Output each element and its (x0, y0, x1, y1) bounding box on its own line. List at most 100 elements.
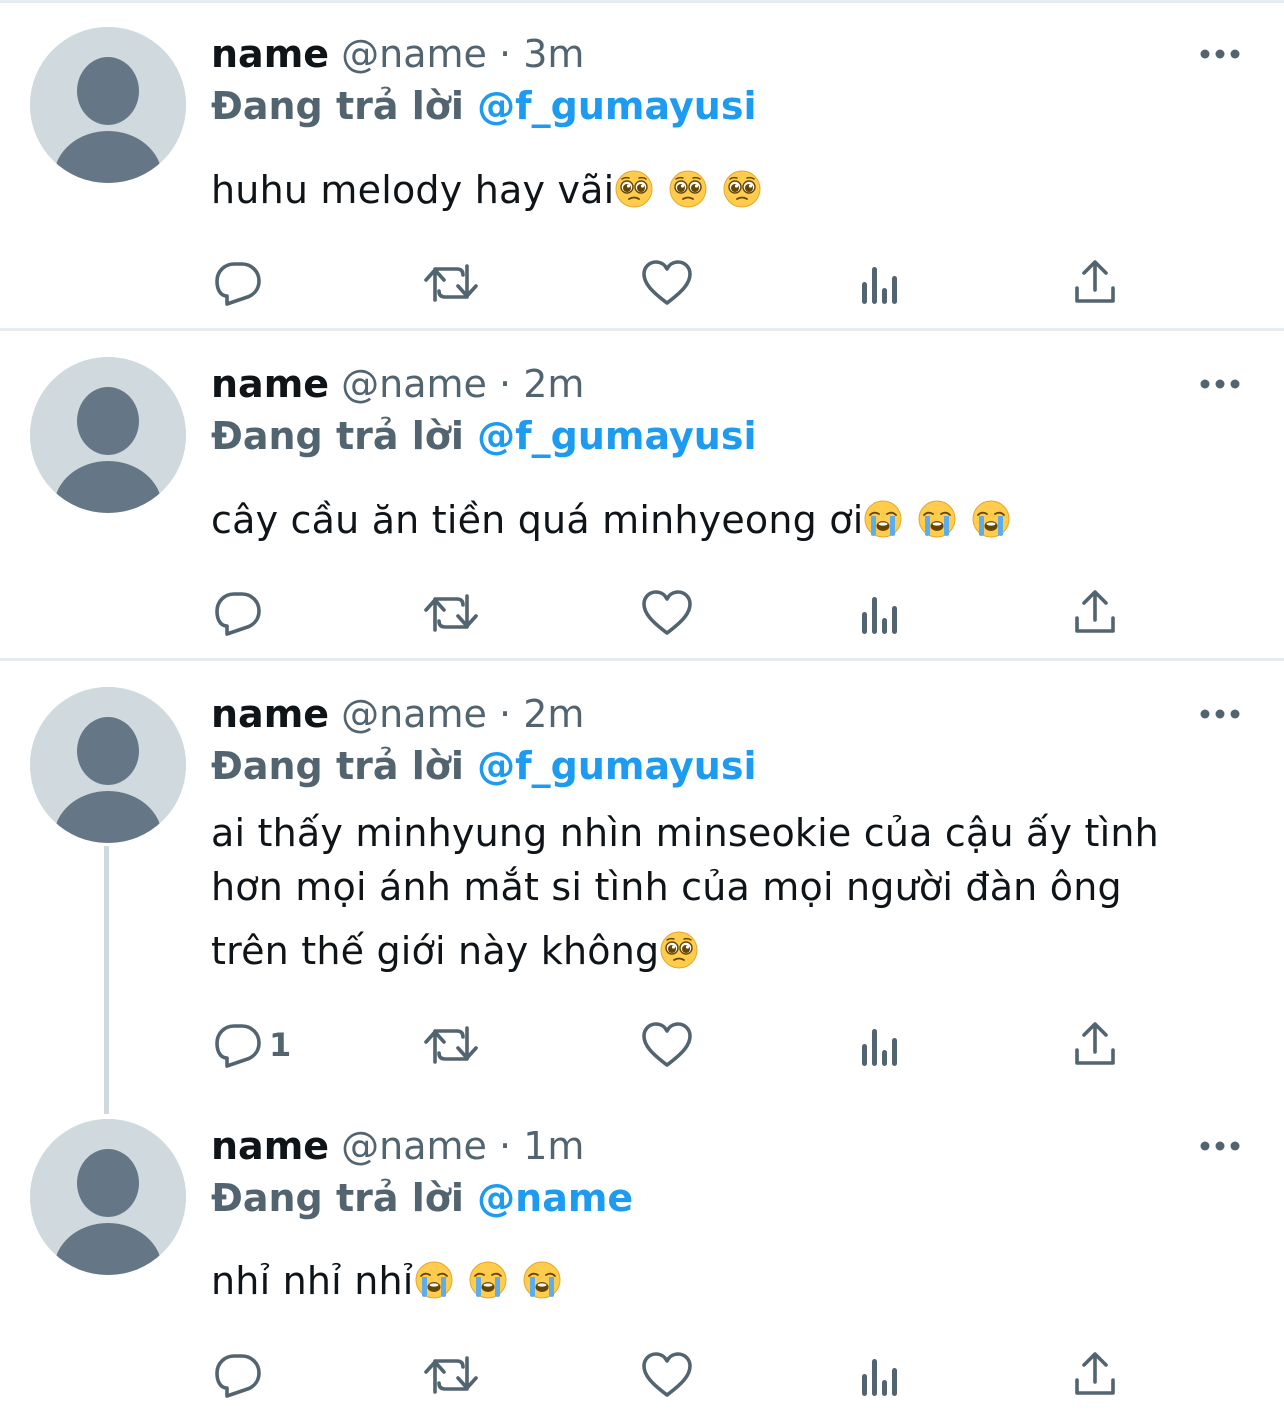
analytics-icon (859, 258, 903, 308)
share-button[interactable] (1073, 1020, 1117, 1070)
more-options-button[interactable] (1198, 1136, 1242, 1156)
tweet-text: ai thấy minhyung nhìn minseokie của cậu … (211, 806, 1251, 978)
replying-prefix: Đang trả lời (211, 84, 464, 128)
analytics-button[interactable] (859, 588, 903, 638)
retweet-icon (423, 258, 479, 308)
like-button[interactable] (641, 258, 693, 308)
loudly-crying-face-emoji (522, 1260, 562, 1300)
reply-button[interactable] (213, 1350, 263, 1400)
loudly-crying-face-emoji (917, 499, 957, 539)
pleading-face-emoji (668, 169, 708, 209)
tweet-text: nhỉ nhỉ nhỉ (211, 1253, 1251, 1309)
timestamp[interactable]: 1m (523, 1124, 584, 1168)
replying-to: Đang trả lời @f_gumayusi (211, 744, 756, 788)
user-handle[interactable]: @name (341, 1124, 487, 1168)
tweet-text-last-line: trên thế giới này không (211, 924, 1251, 978)
retweet-icon (423, 1350, 479, 1400)
replying-to-mention[interactable]: @name (477, 1176, 633, 1220)
pleading-face-emoji (614, 169, 654, 209)
display-name[interactable]: name (211, 362, 329, 406)
like-icon (641, 1350, 693, 1400)
reply-icon (213, 1350, 263, 1400)
display-name[interactable]: name (211, 692, 329, 736)
analytics-button[interactable] (859, 1020, 903, 1070)
analytics-icon (859, 1020, 903, 1070)
tweet-actions (211, 1350, 1131, 1400)
default-avatar-icon (30, 357, 186, 513)
display-name[interactable]: name (211, 1124, 329, 1168)
tweet-text-line: trên thế giới này không (211, 929, 660, 973)
retweet-button[interactable] (423, 588, 479, 638)
tweet-header: name @name · 3m (211, 32, 584, 76)
retweet-icon (423, 588, 479, 638)
display-name[interactable]: name (211, 32, 329, 76)
timestamp[interactable]: 3m (523, 32, 584, 76)
like-button[interactable] (641, 1020, 693, 1070)
retweet-button[interactable] (423, 258, 479, 308)
more-options-button[interactable] (1198, 704, 1242, 724)
loudly-crying-face-emoji (971, 499, 1011, 539)
share-icon (1073, 1020, 1117, 1070)
tweet-text-line: ai thấy minhyung nhìn minseokie của cậu … (211, 811, 1159, 855)
replying-to: Đang trả lời @name (211, 1176, 633, 1220)
tweet-header: name @name · 2m (211, 692, 584, 736)
loudly-crying-face-emoji (468, 1260, 508, 1300)
replying-prefix: Đang trả lời (211, 414, 464, 458)
tweet-text: cây cầu ăn tiền quá minhyeong ơi (211, 492, 1251, 548)
reply-button[interactable]: 1 (213, 1020, 291, 1070)
replying-to: Đang trả lời @f_gumayusi (211, 84, 756, 128)
reply-icon (213, 588, 263, 638)
analytics-button[interactable] (859, 1350, 903, 1400)
user-handle[interactable]: @name (341, 362, 487, 406)
user-handle[interactable]: @name (341, 692, 487, 736)
tweet-text: huhu melody hay vãi (211, 162, 1251, 218)
loudly-crying-face-emoji (863, 499, 903, 539)
replying-prefix: Đang trả lời (211, 1176, 464, 1220)
tweet-divider (0, 658, 1284, 661)
replying-to-mention[interactable]: @f_gumayusi (477, 744, 756, 788)
separator-dot: · (499, 1124, 512, 1168)
tweet-text-content: huhu melody hay vãi (211, 168, 615, 212)
tweet-text-content: nhỉ nhỉ nhỉ (211, 1259, 414, 1303)
reply-button[interactable] (213, 258, 263, 308)
replying-to-mention[interactable]: @f_gumayusi (477, 414, 756, 458)
avatar[interactable] (30, 27, 186, 183)
default-avatar-icon (30, 27, 186, 183)
default-avatar-icon (30, 687, 186, 843)
share-button[interactable] (1073, 1350, 1117, 1400)
tweet-text-line: hơn mọi ánh mắt si tình của mọi người đà… (211, 865, 1122, 909)
separator-dot: · (499, 362, 512, 406)
reply-icon (213, 1020, 263, 1070)
like-icon (641, 1020, 693, 1070)
tweet-header: name @name · 2m (211, 362, 584, 406)
more-icon (1198, 704, 1242, 724)
timestamp[interactable]: 2m (523, 692, 584, 736)
reply-button[interactable] (213, 588, 263, 638)
tweet-actions (211, 258, 1131, 308)
user-handle[interactable]: @name (341, 32, 487, 76)
replying-to-mention[interactable]: @f_gumayusi (477, 84, 756, 128)
separator-dot: · (499, 32, 512, 76)
like-button[interactable] (641, 588, 693, 638)
retweet-icon (423, 1020, 479, 1070)
retweet-button[interactable] (423, 1350, 479, 1400)
more-options-button[interactable] (1198, 44, 1242, 64)
avatar[interactable] (30, 687, 186, 843)
more-options-button[interactable] (1198, 374, 1242, 394)
separator-dot: · (499, 692, 512, 736)
timestamp[interactable]: 2m (523, 362, 584, 406)
share-icon (1073, 588, 1117, 638)
replying-to: Đang trả lời @f_gumayusi (211, 414, 756, 458)
analytics-button[interactable] (859, 258, 903, 308)
tweet-actions: 1 (211, 1020, 1131, 1070)
like-button[interactable] (641, 1350, 693, 1400)
share-button[interactable] (1073, 258, 1117, 308)
tweet-header: name @name · 1m (211, 1124, 584, 1168)
loudly-crying-face-emoji (414, 1260, 454, 1300)
retweet-button[interactable] (423, 1020, 479, 1070)
more-icon (1198, 44, 1242, 64)
share-button[interactable] (1073, 588, 1117, 638)
default-avatar-icon (30, 1119, 186, 1275)
avatar[interactable] (30, 357, 186, 513)
avatar[interactable] (30, 1119, 186, 1275)
